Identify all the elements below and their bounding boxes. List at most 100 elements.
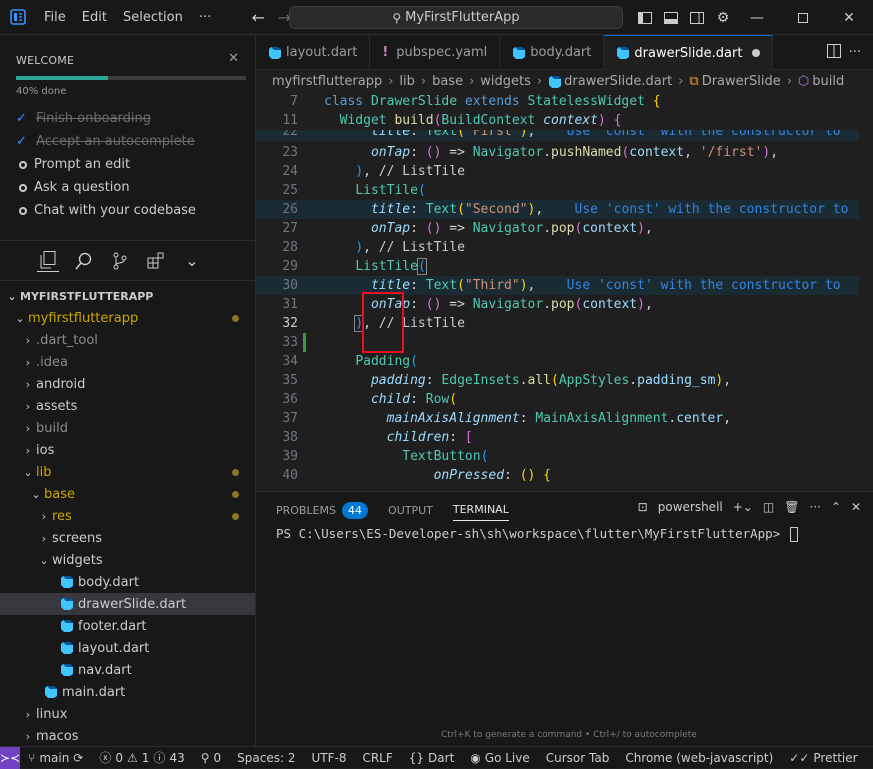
trash-icon[interactable]: 🗑 bbox=[784, 500, 799, 514]
new-terminal-icon[interactable]: +⌄ bbox=[733, 500, 753, 514]
code-line[interactable]: 27 onTap: () => Navigator.pop(context), bbox=[256, 219, 873, 238]
code-line[interactable]: 25 ListTile( bbox=[256, 181, 873, 200]
code-line[interactable]: 30 title: Text("Third"), Use 'const' wit… bbox=[256, 276, 873, 295]
breadcrumb-item[interactable]: widgets bbox=[480, 74, 531, 89]
toggle-secondary-sidebar-icon[interactable] bbox=[684, 0, 710, 35]
tree-item-macos[interactable]: › macos bbox=[0, 725, 255, 746]
tab-output[interactable]: OUTPUT bbox=[388, 504, 433, 517]
close-window-button[interactable]: ✕ bbox=[826, 0, 872, 35]
menu-edit[interactable]: Edit bbox=[74, 10, 115, 25]
tree-item-lib[interactable]: ⌄ lib bbox=[0, 461, 255, 483]
source-control-icon[interactable] bbox=[109, 250, 131, 272]
terminal-prompt-line[interactable]: PS C:\Users\ES-Developer-sh\sh\workspace… bbox=[276, 526, 798, 542]
search-icon[interactable] bbox=[73, 250, 95, 272]
tree-item-android[interactable]: › android bbox=[0, 373, 255, 395]
code-line[interactable]: 33 bbox=[256, 333, 873, 352]
code-line[interactable]: 31 onTap: () => Navigator.pop(context), bbox=[256, 295, 873, 314]
code-line[interactable]: 24 ), // ListTile bbox=[256, 162, 873, 181]
tree-item-myfirstflutterapp[interactable]: ⌄ myfirstflutterapp bbox=[0, 307, 255, 329]
code-line[interactable]: 26 title: Text("Second"), Use 'const' wi… bbox=[256, 200, 873, 219]
explorer-root[interactable]: ⌄ MYFIRSTFLUTTERAPP bbox=[0, 285, 255, 307]
eol-status[interactable]: CRLF bbox=[354, 751, 400, 765]
extensions-icon[interactable] bbox=[145, 250, 167, 272]
maximize-button[interactable] bbox=[780, 0, 826, 35]
code-line[interactable]: 38 children: [ bbox=[256, 428, 873, 447]
tree-item-drawerslide-dart[interactable]: drawerSlide.dart bbox=[0, 593, 255, 615]
gear-icon[interactable]: ⚙ bbox=[710, 0, 736, 35]
sticky-line-class[interactable]: 7 class DrawerSlide extends StatelessWidg… bbox=[256, 92, 873, 111]
tab-terminal[interactable]: TERMINAL bbox=[452, 503, 509, 521]
cursor-tab-status[interactable]: Cursor Tab bbox=[538, 751, 618, 765]
tree-item--dart-tool[interactable]: › .dart_tool bbox=[0, 329, 255, 351]
code-line-current[interactable]: 32 ), // ListTile bbox=[256, 314, 873, 333]
split-editor-icon[interactable] bbox=[826, 43, 841, 62]
tree-item-linux[interactable]: › linux bbox=[0, 703, 255, 725]
tab-pubspec-yaml[interactable]: ! pubspec.yaml bbox=[370, 35, 501, 70]
more-actions-icon[interactable]: ··· bbox=[809, 500, 820, 514]
chevron-up-icon[interactable]: ⌃ bbox=[831, 500, 841, 514]
breadcrumb-item[interactable]: lib bbox=[399, 74, 414, 89]
encoding-status[interactable]: UTF-8 bbox=[303, 751, 354, 765]
code-editor[interactable]: 22 title: Text("First"), Use 'const' wit… bbox=[256, 92, 873, 491]
menu-file[interactable]: File bbox=[36, 10, 74, 25]
close-icon[interactable]: ✕ bbox=[851, 500, 861, 514]
task-accept-autocomplete[interactable]: ✓ Accept an autocomplete bbox=[16, 130, 239, 153]
code-line[interactable]: 39 TextButton( bbox=[256, 447, 873, 466]
tree-item-ios[interactable]: › ios bbox=[0, 439, 255, 461]
tree-item-body-dart[interactable]: body.dart bbox=[0, 571, 255, 593]
unsaved-dot-icon[interactable] bbox=[752, 49, 761, 57]
shell-name[interactable]: powershell bbox=[658, 500, 723, 514]
tab-body-dart[interactable]: body.dart bbox=[500, 35, 605, 70]
go-live-status[interactable]: ◉ Go Live bbox=[462, 751, 537, 765]
minimap[interactable] bbox=[859, 92, 873, 491]
tree-item-layout-dart[interactable]: layout.dart bbox=[0, 637, 255, 659]
language-status[interactable]: {} Dart bbox=[401, 751, 463, 765]
notifications-bell-icon[interactable]: 🔔 bbox=[866, 751, 873, 765]
code-line[interactable]: 28 ), // ListTile bbox=[256, 238, 873, 257]
task-chat-codebase[interactable]: Chat with your codebase bbox=[16, 199, 239, 222]
toggle-primary-sidebar-icon[interactable] bbox=[632, 0, 658, 35]
more-actions-icon[interactable]: ··· bbox=[849, 45, 861, 60]
code-line[interactable]: 36 child: Row( bbox=[256, 390, 873, 409]
tab-layout-dart[interactable]: layout.dart bbox=[256, 35, 371, 70]
code-line[interactable]: 34 Padding( bbox=[256, 352, 873, 371]
split-terminal-icon[interactable]: ◫ bbox=[763, 500, 774, 514]
minimize-button[interactable]: — bbox=[734, 0, 780, 35]
code-line[interactable]: 23 onTap: () => Navigator.pushNamed(cont… bbox=[256, 143, 873, 162]
task-finish-onboarding[interactable]: ✓ Finish onboarding bbox=[16, 107, 239, 130]
breadcrumb-item[interactable]: DrawerSlide bbox=[702, 74, 781, 89]
debug-config-status[interactable]: Chrome (web-javascript) bbox=[617, 751, 781, 765]
tree-item-assets[interactable]: › assets bbox=[0, 395, 255, 417]
tree-item-base[interactable]: ⌄ base bbox=[0, 483, 255, 505]
ports-status[interactable]: ⚲ 0 bbox=[193, 751, 229, 765]
breadcrumb-item[interactable]: base bbox=[432, 74, 463, 89]
problems-status[interactable]: ⓧ 0 ⚠ 1 ⓘ 43 bbox=[91, 749, 192, 766]
task-prompt-edit[interactable]: Prompt an edit bbox=[16, 153, 239, 176]
tree-item--idea[interactable]: › .idea bbox=[0, 351, 255, 373]
tree-item-res[interactable]: › res bbox=[0, 505, 255, 527]
tree-item-main-dart[interactable]: main.dart bbox=[0, 681, 255, 703]
command-center-search[interactable]: ⚲ MyFirstFlutterApp bbox=[289, 6, 623, 29]
remote-icon[interactable]: ≻≺ bbox=[0, 746, 21, 769]
code-line[interactable]: 37 mainAxisAlignment: MainAxisAlignment.… bbox=[256, 409, 873, 428]
tree-item-widgets[interactable]: ⌄ widgets bbox=[0, 549, 255, 571]
sticky-line-build[interactable]: 11 Widget build(BuildContext context) { bbox=[256, 111, 873, 130]
tree-item-build[interactable]: › build bbox=[0, 417, 255, 439]
tab-problems[interactable]: PROBLEMS 44 bbox=[276, 501, 369, 519]
explorer-files-icon[interactable] bbox=[37, 250, 59, 272]
menu-more[interactable]: ··· bbox=[191, 10, 219, 25]
tree-item-footer-dart[interactable]: footer.dart bbox=[0, 615, 255, 637]
breadcrumb-item[interactable]: build bbox=[812, 74, 844, 89]
code-line[interactable]: 40 onPressed: () { bbox=[256, 466, 873, 485]
breadcrumb-item[interactable]: myfirstflutterapp bbox=[272, 74, 382, 89]
prettier-status[interactable]: ✓✓ Prettier bbox=[781, 751, 865, 765]
tree-item-nav-dart[interactable]: nav.dart bbox=[0, 659, 255, 681]
code-line[interactable]: 35 padding: EdgeInsets.all(AppStyles.pad… bbox=[256, 371, 873, 390]
menu-selection[interactable]: Selection bbox=[115, 10, 191, 25]
breadcrumb-item[interactable]: drawerSlide.dart bbox=[564, 74, 672, 89]
indentation-status[interactable]: Spaces: 2 bbox=[229, 751, 303, 765]
back-arrow-icon[interactable]: ← bbox=[245, 8, 271, 27]
task-ask-question[interactable]: Ask a question bbox=[16, 176, 239, 199]
code-line[interactable]: 29 ListTile( bbox=[256, 257, 873, 276]
tree-item-screens[interactable]: › screens bbox=[0, 527, 255, 549]
